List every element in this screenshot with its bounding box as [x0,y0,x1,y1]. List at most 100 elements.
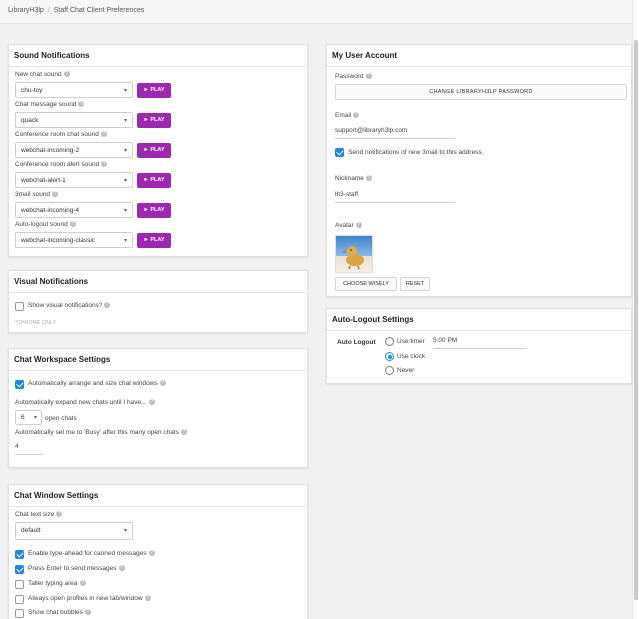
chevron-down-icon: ▾ [123,148,127,154]
3mail-sound-value: webchat-incoming-4 [21,207,80,214]
auto-logout-settings-card: Auto-Logout Settings Auto Logout Use tim… [326,308,632,384]
choose-wisely-button[interactable]: CHOOSE WISELY [335,277,397,291]
use-timer-radio[interactable] [385,337,394,346]
press-enter-label: Press Enter to send messages [28,565,117,572]
open-profiles-new-tab-checkbox[interactable] [15,595,24,604]
play-auto-logout-sound-button[interactable]: ► PLAY [137,233,171,248]
chat-text-size-select[interactable]: default ▾ [15,522,133,540]
avatar-label: Avatar [335,222,354,229]
auto-arrange-label: Automatically arrange and size chat wind… [28,380,158,387]
auto-logout-sound-value: webchat-incoming-classic [21,237,96,244]
my-user-account-title: My User Account [327,45,631,67]
auto-expand-value: 6 [21,414,25,421]
help-icon[interactable]: ? [159,380,166,386]
help-icon[interactable]: ? [78,101,85,107]
help-icon[interactable]: ? [365,175,372,181]
show-visual-notifications-label: Show visual notifications? [28,302,103,309]
sound-notifications-title: Sound Notifications [9,45,307,67]
reset-avatar-button[interactable]: RESET [400,277,430,291]
conference-room-chat-sound-select[interactable]: webchat-incoming-2 ▾ [15,142,133,158]
email-input[interactable]: support@libraryh3lp.com [335,127,455,139]
help-icon[interactable]: ? [144,595,151,601]
use-clock-radio[interactable] [385,352,394,361]
new-chat-sound-label: New chat sound [15,71,62,78]
page-scrollbar[interactable] [632,0,639,619]
chevron-down-icon: ▾ [33,415,37,421]
help-icon[interactable]: ? [101,161,108,167]
chevron-down-icon: ▾ [123,118,127,124]
auto-logout-label: Auto Logout [337,339,376,346]
auto-expand-select[interactable]: 6 ▾ [15,410,42,425]
chrome-only-note: *CHROME ONLY [15,320,57,326]
help-icon[interactable]: ? [118,565,125,571]
open-chats-label: open chats [45,415,77,422]
help-icon[interactable]: ? [365,73,372,79]
conference-room-alert-sound-label: Conference room alert sound [15,161,100,168]
type-ahead-label: Enable type-ahead for canned messages [28,550,147,557]
chat-message-sound-value: quack [21,117,39,124]
help-icon[interactable]: ? [104,302,111,308]
logout-time-input[interactable]: 5:00 PM [433,337,526,349]
chat-window-settings-card: Chat Window Settings Chat text size? def… [8,484,308,619]
help-icon[interactable]: ? [100,131,107,137]
avatar-image [335,235,373,273]
breadcrumb-current: Staff Chat Client Preferences [53,7,145,14]
change-password-button[interactable]: CHANGE LIBRARYH3LP PASSWORD [335,84,627,100]
use-clock-label: Use clock [397,353,426,360]
chevron-down-icon: ▾ [123,208,127,214]
send-notifications-label: Send notifications of new 3mail to this … [348,149,484,156]
chat-text-size-value: default [21,527,41,534]
email-label: Email [335,112,352,119]
scrollbar-thumb[interactable] [634,40,638,600]
busy-threshold-label: Automatically set me to 'Busy' after thi… [15,429,179,436]
play-chat-message-sound-button[interactable]: ► PLAY [137,113,171,128]
play-3mail-sound-button[interactable]: ► PLAY [137,203,171,218]
show-visual-notifications-checkbox[interactable] [15,302,24,311]
help-icon[interactable]: ? [69,221,76,227]
play-new-chat-sound-button[interactable]: ► PLAY [137,83,171,98]
breadcrumb: LibraryH3lp / Staff Chat Client Preference… [8,7,144,14]
help-icon[interactable]: ? [148,550,155,556]
help-icon[interactable]: ? [353,112,360,118]
never-label: Never [397,367,415,374]
chevron-down-icon: ▾ [123,88,127,94]
chat-workspace-settings-card: Chat Workspace Settings Automatically ar… [8,348,308,468]
auto-arrange-checkbox[interactable] [15,380,24,389]
help-icon[interactable]: ? [79,580,86,586]
3mail-sound-label: 3mail sound [15,191,51,198]
taller-typing-area-label: Taller typing area [28,580,78,587]
busy-threshold-input[interactable]: 4 [15,443,43,455]
3mail-sound-select[interactable]: webchat-incoming-4 ▾ [15,202,133,218]
help-icon[interactable]: ? [355,222,362,228]
show-chat-bubbles-checkbox[interactable] [15,609,24,618]
help-icon[interactable]: ? [180,429,187,435]
new-chat-sound-select[interactable]: chu-toy ▾ [15,82,133,98]
taller-typing-area-checkbox[interactable] [15,580,24,589]
visual-notifications-title: Visual Notifications [9,271,307,293]
help-icon[interactable]: ? [148,399,155,405]
auto-logout-sound-select[interactable]: webchat-incoming-classic ▾ [15,232,133,248]
play-conference-room-alert-sound-button[interactable]: ► PLAY [137,173,171,188]
help-icon[interactable]: ? [63,71,70,77]
type-ahead-checkbox[interactable] [15,550,24,559]
use-timer-label: Use timer [397,338,425,345]
press-enter-checkbox[interactable] [15,565,24,574]
help-icon[interactable]: ? [84,609,91,615]
chevron-down-icon: ▾ [123,178,127,184]
nickname-input[interactable]: lh3-staff [335,191,455,203]
top-bar: LibraryH3lp / Staff Chat Client Preference… [0,0,632,24]
conference-room-chat-sound-label: Conference room chat sound [15,131,99,138]
never-radio[interactable] [385,366,394,375]
send-notifications-checkbox[interactable] [335,148,344,157]
play-conference-room-chat-sound-button[interactable]: ► PLAY [137,143,171,158]
chat-message-sound-select[interactable]: quack ▾ [15,112,133,128]
chat-window-settings-title: Chat Window Settings [9,485,307,507]
chat-message-sound-label: Chat message sound [15,101,77,108]
chat-workspace-settings-title: Chat Workspace Settings [9,349,307,371]
help-icon[interactable]: ? [56,511,63,517]
breadcrumb-root[interactable]: LibraryH3lp [8,7,44,14]
help-icon[interactable]: ? [52,191,59,197]
auto-logout-sound-label: Auto-logout sound [15,221,68,228]
chat-text-size-label: Chat text size [15,511,55,518]
conference-room-alert-sound-select[interactable]: webchat-alert-1 ▾ [15,172,133,188]
